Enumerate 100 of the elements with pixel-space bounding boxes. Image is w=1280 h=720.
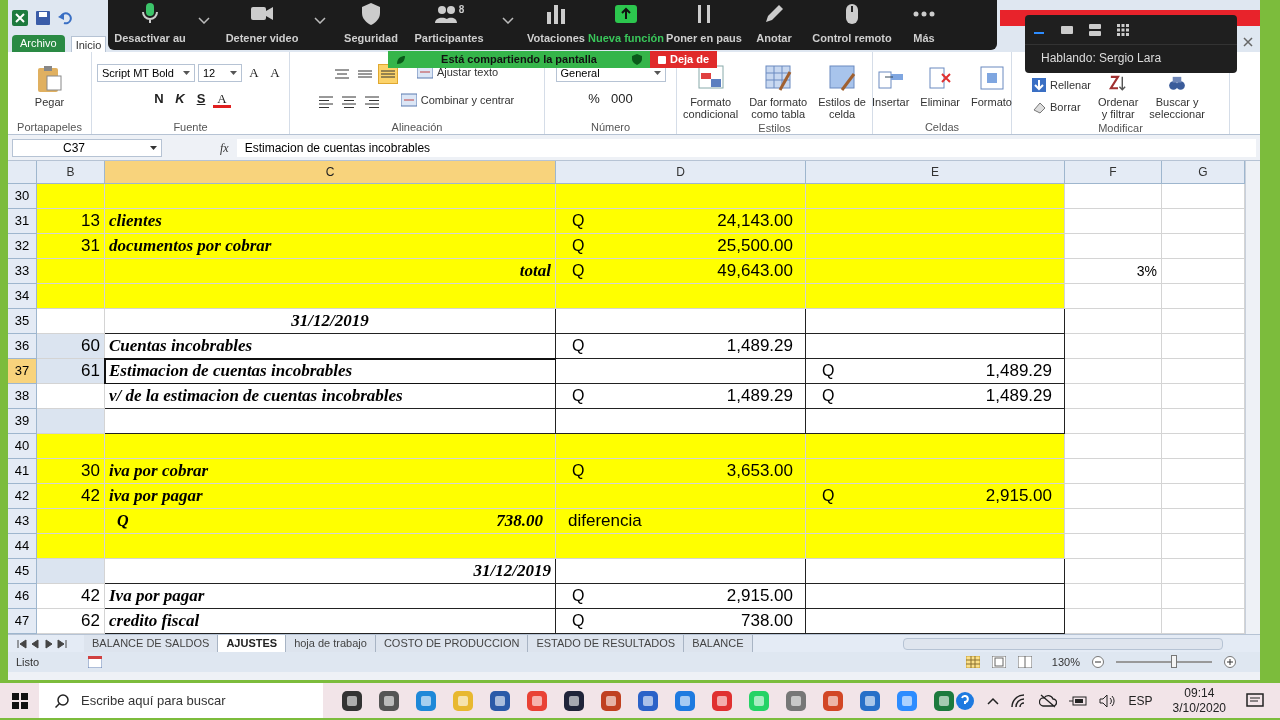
zoom-slider[interactable] xyxy=(1170,655,1177,668)
speaker-icon[interactable] xyxy=(1098,693,1117,708)
ribbon-tab[interactable]: Inicio xyxy=(70,36,107,52)
windows-start-icon[interactable] xyxy=(11,692,28,709)
row-header[interactable]: 43 xyxy=(8,509,37,534)
ribbon-button[interactable]: Formato xyxy=(967,64,1016,108)
table-cell[interactable]: Q 1,489.29 xyxy=(806,359,1065,384)
undo-icon[interactable] xyxy=(58,10,72,25)
column-header[interactable]: F xyxy=(1065,161,1162,183)
sheet-tab[interactable]: hoja de trabajo xyxy=(286,635,376,652)
column-header[interactable]: D xyxy=(556,161,806,183)
sheet-tab[interactable]: AJUSTES xyxy=(218,635,287,652)
format-button[interactable]: A xyxy=(266,64,284,82)
row-header[interactable]: 45 xyxy=(8,559,37,584)
search-field[interactable]: Escribe aquí para buscar xyxy=(39,683,323,718)
toolbar-button[interactable]: Anotar xyxy=(744,0,804,50)
table-cell[interactable] xyxy=(105,409,556,434)
table-cell[interactable]: Q 49,643.00 xyxy=(556,259,806,284)
table-cell[interactable]: Q 2,915.00 xyxy=(556,584,806,609)
ribbon-button[interactable]: Insertar xyxy=(868,64,914,108)
page-break-icon[interactable] xyxy=(1017,656,1032,668)
format-button[interactable]: N xyxy=(150,90,168,108)
macro-icon[interactable] xyxy=(88,656,102,668)
table-cell[interactable]: 31 xyxy=(37,234,105,259)
toolbar-button[interactable]: Poner en paus xyxy=(664,0,744,50)
table-cell[interactable]: Q 24,143.00 xyxy=(556,209,806,234)
notifications-icon[interactable] xyxy=(1246,692,1264,709)
table-cell[interactable]: 3% xyxy=(1065,259,1162,284)
language-indicator[interactable]: ESP xyxy=(1128,691,1153,710)
wifi-icon[interactable] xyxy=(1010,693,1027,708)
dropdown-field[interactable]: Script MT Bold xyxy=(97,64,195,82)
ribbon-button[interactable]: Rellenar xyxy=(1032,76,1091,94)
format-button[interactable]: 000 xyxy=(606,90,637,108)
clock-date[interactable]: 3/10/2020 xyxy=(1172,700,1226,716)
stop-share-button[interactable]: Deja de xyxy=(650,51,718,68)
table-cell[interactable]: 30 xyxy=(37,459,105,484)
table-cell[interactable]: Q 1,489.29 xyxy=(556,384,806,409)
table-cell[interactable]: 61 xyxy=(37,359,105,384)
row-header[interactable]: 30 xyxy=(8,184,37,209)
table-cell[interactable] xyxy=(806,584,1065,609)
table-cell[interactable] xyxy=(806,609,1065,634)
row-header[interactable]: 40 xyxy=(8,434,37,459)
table-cell[interactable] xyxy=(556,309,806,334)
ribbon-button[interactable]: Eliminar xyxy=(916,64,965,108)
table-cell[interactable] xyxy=(556,559,806,584)
row-header[interactable]: 42 xyxy=(8,484,37,509)
grid-view-icon[interactable] xyxy=(1117,23,1129,36)
row-header[interactable]: 44 xyxy=(8,534,37,559)
battery-icon[interactable] xyxy=(1068,694,1087,707)
toolbar-button[interactable]: Desactivar au xyxy=(112,0,188,50)
zoom-out-icon[interactable] xyxy=(1092,656,1104,668)
table-cell[interactable] xyxy=(556,359,806,384)
format-button[interactable]: A xyxy=(213,90,231,108)
name-box[interactable]: C37 xyxy=(12,138,162,157)
table-cell[interactable]: Q 25,500.00 xyxy=(556,234,806,259)
sheet-tab[interactable]: ESTADO DE RESULTADOS xyxy=(528,635,685,652)
zoom-in-icon[interactable] xyxy=(1224,656,1236,668)
row-header[interactable]: 32 xyxy=(8,234,37,259)
chevron-down-icon[interactable] xyxy=(314,16,326,24)
ribbon-button[interactable]: Combinar y centrar xyxy=(396,92,519,108)
ribbon-button[interactable]: Pegar xyxy=(30,64,69,108)
table-cell[interactable]: Q 2,915.00 xyxy=(806,484,1065,509)
horizontal-scrollbar[interactable] xyxy=(902,637,1223,650)
table-cell[interactable] xyxy=(806,559,1065,584)
table-cell[interactable]: Q 738.00 xyxy=(556,609,806,634)
split-view-icon[interactable] xyxy=(1089,23,1101,36)
clock-time[interactable]: 09:14 xyxy=(1184,685,1215,701)
ribbon-button[interactable]: Estilos de celda xyxy=(814,64,870,120)
table-cell[interactable]: 13 xyxy=(37,209,105,234)
ribbon-button[interactable]: Ordenar y filtrar xyxy=(1094,74,1143,120)
row-header[interactable]: 34 xyxy=(8,284,37,309)
page-layout-icon[interactable] xyxy=(991,656,1006,668)
table-cell[interactable]: Estimacion de cuentas incobrables xyxy=(105,359,556,384)
table-cell[interactable]: iva por cobrar xyxy=(105,459,556,484)
row-header[interactable]: 39 xyxy=(8,409,37,434)
formula-field[interactable]: Estimacion de cuentas incobrables xyxy=(236,138,1256,157)
toolbar-button[interactable]: Nueva función xyxy=(588,0,664,50)
format-button[interactable]: % xyxy=(584,90,604,108)
sheet-tab[interactable]: BALANCE xyxy=(684,635,753,652)
table-cell[interactable]: documentos por cobrar xyxy=(105,234,556,259)
row-header[interactable]: 47 xyxy=(8,609,37,634)
close-icon[interactable] xyxy=(1243,37,1253,47)
table-cell[interactable]: v/ de la estimacion de cuentas incobrables xyxy=(105,384,556,409)
toolbar-button[interactable]: Control remoto xyxy=(804,0,900,50)
dropdown-field[interactable]: 12 xyxy=(198,64,242,82)
table-cell[interactable]: iva por pagar xyxy=(105,484,556,509)
row-header[interactable]: 33 xyxy=(8,259,37,284)
format-button[interactable]: A xyxy=(245,64,263,82)
row-header[interactable]: 36 xyxy=(8,334,37,359)
table-cell[interactable]: Q 1,489.29 xyxy=(806,384,1065,409)
row-header[interactable]: 41 xyxy=(8,459,37,484)
chevron-down-icon[interactable] xyxy=(502,16,514,24)
column-header[interactable]: C xyxy=(105,161,556,183)
table-cell[interactable]: 31/12/2019 xyxy=(105,559,556,584)
table-cell[interactable] xyxy=(806,334,1065,359)
table-cell[interactable]: 42 xyxy=(37,484,105,509)
app-icon[interactable] xyxy=(562,689,585,712)
column-header[interactable]: E xyxy=(806,161,1065,183)
toolbar-button[interactable]: Votaciones xyxy=(524,0,588,50)
vertical-scrollbar[interactable] xyxy=(1245,161,1260,634)
